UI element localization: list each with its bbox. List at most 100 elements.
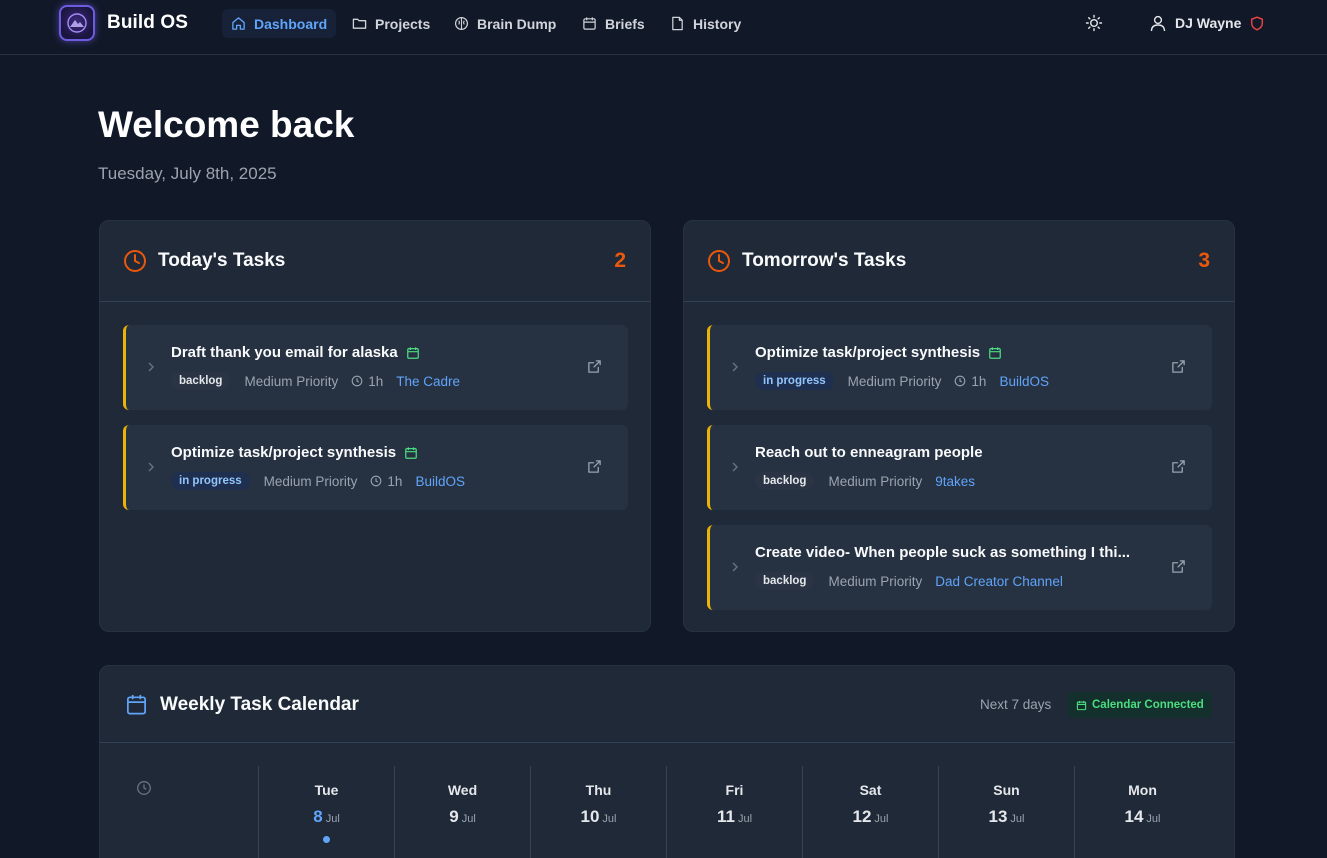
external-link-icon[interactable]: [1171, 459, 1186, 474]
calendar-icon: [583, 17, 596, 30]
time-column-clock-icon: [137, 781, 151, 795]
sun-icon: [1085, 14, 1103, 32]
clock-small-icon: [955, 375, 966, 387]
calendar-title: Weekly Task Calendar: [160, 694, 359, 715]
tomorrow-tasks-header: Tomorrow's Tasks 3: [684, 221, 1234, 302]
calendar-icon: [127, 694, 146, 715]
clock-icon: [124, 250, 146, 272]
calendar-connected-badge[interactable]: Calendar Connected: [1068, 692, 1212, 718]
priority-label: Medium Priority: [244, 373, 339, 389]
nav-history[interactable]: History: [661, 9, 750, 38]
page-title: Welcome back: [98, 104, 355, 145]
nav-label: History: [693, 15, 742, 32]
calendar-scheduled-icon: [405, 446, 417, 459]
external-link-icon[interactable]: [587, 359, 602, 374]
theme-toggle-button[interactable]: [1084, 13, 1104, 33]
chevron-right-icon[interactable]: [730, 361, 740, 373]
nav-label: Dashboard: [254, 15, 328, 32]
day-column-tue[interactable]: Tue 8 Jul: [258, 766, 394, 858]
day-number: 12 Jul: [852, 807, 889, 826]
file-icon: [672, 16, 683, 31]
day-column-mon[interactable]: Mon 14 Jul: [1074, 766, 1210, 858]
day-number: 14 Jul: [1124, 807, 1161, 826]
calendar-scheduled-icon: [406, 346, 419, 359]
logo-icon[interactable]: [59, 5, 95, 41]
nav-dashboard[interactable]: Dashboard: [222, 9, 337, 38]
duration-value: 1h: [387, 473, 403, 489]
calendar-small-icon: [1076, 700, 1087, 710]
day-column-sat[interactable]: Sat 12 Jul: [802, 766, 938, 858]
task-title-text: Optimize task/project synthesis: [755, 344, 981, 361]
task-item[interactable]: Optimize task/project synthesis in progr…: [123, 425, 628, 510]
nav-brain-dump[interactable]: Brain Dump: [445, 9, 565, 38]
duration-value: 1h: [971, 373, 987, 389]
task-title[interactable]: Draft thank you email for alaska: [171, 344, 420, 361]
folder-icon: [352, 18, 367, 29]
day-number: 10 Jul: [580, 807, 617, 826]
day-name: Sun: [993, 782, 1020, 798]
task-title[interactable]: Optimize task/project synthesis: [171, 444, 418, 461]
day-name: Thu: [585, 782, 612, 798]
day-column-wed[interactable]: Wed 9 Jul: [394, 766, 530, 858]
nav-projects[interactable]: Projects: [343, 9, 439, 38]
tomorrow-tasks-title: Tomorrow's Tasks: [742, 250, 907, 271]
brand-name[interactable]: Build OS: [107, 12, 188, 34]
day-number: 8 Jul: [313, 807, 340, 826]
clock-small-icon: [371, 475, 382, 487]
connected-label: Calendar Connected: [1092, 699, 1204, 711]
day-name: Sat: [859, 782, 882, 798]
day-column-fri[interactable]: Fri 11 Jul: [666, 766, 802, 858]
nav-label: Projects: [375, 15, 431, 32]
external-link-icon[interactable]: [587, 459, 602, 474]
priority-label: Medium Priority: [263, 473, 358, 489]
priority-label: Medium Priority: [828, 573, 923, 589]
chevron-right-icon[interactable]: [730, 561, 740, 573]
nav-briefs[interactable]: Briefs: [573, 9, 654, 38]
task-item[interactable]: Optimize task/project synthesis in progr…: [707, 325, 1212, 410]
task-meta: in progress Medium Priority 1h BuildOS: [171, 472, 465, 490]
day-name: Fri: [725, 782, 744, 798]
today-tasks-card: Today's Tasks 2 Draft thank you email fo…: [99, 220, 651, 632]
status-badge: backlog: [755, 572, 815, 590]
chevron-right-icon[interactable]: [146, 461, 156, 473]
chevron-right-icon[interactable]: [146, 361, 156, 373]
tomorrow-tasks-count: 3: [1198, 249, 1210, 272]
day-column-thu[interactable]: Thu 10 Jul: [530, 766, 666, 858]
external-link-icon[interactable]: [1171, 359, 1186, 374]
day-number: 11 Jul: [716, 807, 753, 826]
mountain-logo-icon: [67, 13, 87, 33]
today-tasks-title: Today's Tasks: [158, 250, 286, 271]
project-link[interactable]: The Cadre: [396, 374, 460, 389]
home-icon: [232, 17, 245, 30]
project-link[interactable]: Dad Creator Channel: [935, 574, 1063, 589]
chevron-right-icon[interactable]: [730, 461, 740, 473]
day-name: Tue: [314, 782, 339, 798]
user-icon: [1150, 15, 1166, 31]
duration-value: 1h: [368, 373, 384, 389]
task-item[interactable]: Draft thank you email for alaska backlog…: [123, 325, 628, 410]
task-title[interactable]: Create video- When people suck as someth…: [755, 544, 1130, 561]
project-link[interactable]: BuildOS: [415, 474, 465, 489]
top-nav: Build OS Dashboard Projects Brain Dump B…: [0, 0, 1327, 55]
weekly-calendar-card: Weekly Task Calendar Next 7 days Calenda…: [99, 665, 1235, 858]
user-menu[interactable]: DJ Wayne: [1150, 13, 1264, 33]
project-link[interactable]: 9takes: [935, 474, 975, 489]
page-date: Tuesday, July 8th, 2025: [98, 164, 277, 183]
nav-label: Brain Dump: [477, 15, 557, 32]
project-link[interactable]: BuildOS: [999, 374, 1049, 389]
task-item[interactable]: Reach out to enneagram people backlog Me…: [707, 425, 1212, 510]
task-item[interactable]: Create video- When people suck as someth…: [707, 525, 1212, 610]
priority-label: Medium Priority: [828, 473, 923, 489]
priority-label: Medium Priority: [847, 373, 942, 389]
today-indicator: [323, 836, 330, 843]
task-meta: backlog Medium Priority 9takes: [755, 472, 975, 490]
tomorrow-tasks-card: Tomorrow's Tasks 3 Optimize task/project…: [683, 220, 1235, 632]
duration: 1h: [954, 374, 986, 389]
clock-icon: [708, 250, 730, 272]
task-title[interactable]: Reach out to enneagram people: [755, 444, 983, 461]
day-column-sun[interactable]: Sun 13 Jul: [938, 766, 1074, 858]
clock-small-icon: [351, 375, 363, 387]
task-title[interactable]: Optimize task/project synthesis: [755, 344, 1002, 361]
status-badge: backlog: [755, 472, 815, 490]
external-link-icon[interactable]: [1171, 559, 1186, 574]
